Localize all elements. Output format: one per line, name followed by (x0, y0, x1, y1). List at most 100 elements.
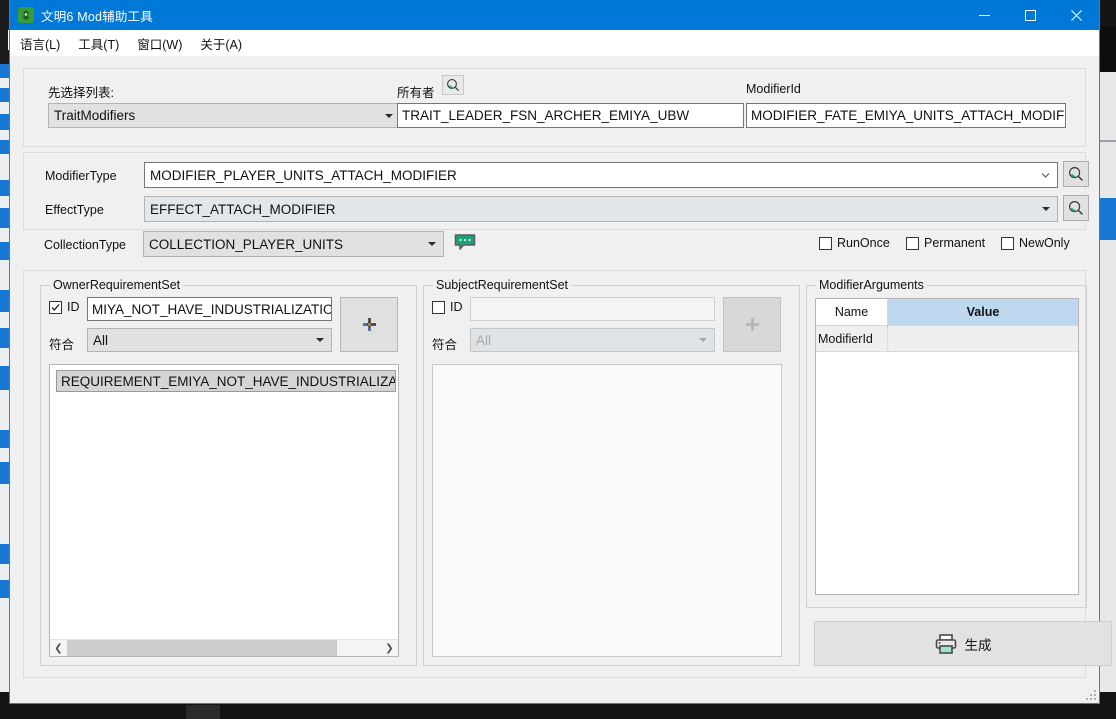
comment-button[interactable] (454, 233, 476, 251)
subject-id-label: ID (450, 300, 463, 314)
menu-language[interactable]: 语言(L) (20, 34, 60, 53)
modifier-type-label: ModifierType (45, 169, 117, 183)
menu-tools[interactable]: 工具(T) (78, 34, 119, 53)
owner-id-value: MIYA_NOT_HAVE_INDUSTRIALIZATION (92, 301, 332, 317)
effect-type-combo[interactable]: EFFECT_ATTACH_MODIFIER (144, 196, 1058, 222)
menu-bar: 语言(L) 工具(T) 窗口(W) 关于(A) (10, 30, 1099, 56)
chevron-down-icon (1041, 173, 1050, 178)
owner-match-label: 符合 (49, 338, 75, 352)
effect-type-search-button[interactable] (1063, 195, 1089, 221)
modifier-type-value: MODIFIER_PLAYER_UNITS_ATTACH_MODIFIER (150, 167, 457, 183)
modifier-type-search-button[interactable] (1063, 161, 1089, 187)
owner-value: TRAIT_LEADER_FSN_ARCHER_EMIYA_UBW (402, 108, 690, 123)
requirements-panel: OwnerRequirementSet ID MIYA_NOT_HAVE_IND… (23, 270, 1112, 678)
background-right-selected-row (1100, 198, 1116, 240)
chevron-right-icon[interactable]: ❯ (381, 640, 398, 657)
selection-panel: 先选择列表: TraitModifiers 所有者 TRAIT_LEADER_F… (23, 68, 1086, 147)
chevron-down-icon (699, 338, 707, 342)
owner-id-input[interactable]: MIYA_NOT_HAVE_INDUSTRIALIZATION (87, 297, 332, 321)
background-right-divider (1100, 140, 1116, 142)
owner-match-value: All (93, 332, 109, 348)
checkbox-permanent-label: Permanent (924, 236, 986, 250)
owner-id-label: ID (67, 300, 80, 314)
window-title: 文明6 Mod辅助工具 (41, 9, 153, 24)
effect-type-value: EFFECT_ATTACH_MODIFIER (150, 201, 336, 217)
chevron-down-icon (316, 338, 324, 342)
subject-requirement-title: SubjectRequirementSet (433, 278, 572, 292)
checkbox-permanent[interactable]: Permanent (906, 236, 985, 250)
menu-about[interactable]: 关于(A) (200, 34, 242, 53)
menu-window[interactable]: 窗口(W) (137, 34, 182, 53)
list-select-value: TraitModifiers (54, 108, 136, 123)
grid-header-name[interactable]: Name (816, 299, 888, 325)
list-select-label: 先选择列表: (48, 86, 114, 100)
effect-type-label: EffectType (45, 203, 104, 217)
subject-match-combo[interactable]: All (470, 328, 715, 352)
list-item[interactable]: REQUIREMENT_EMIYA_NOT_HAVE_INDUSTRIALIZA… (56, 370, 396, 392)
subject-add-button[interactable] (723, 297, 781, 352)
owner-add-button[interactable] (340, 297, 398, 352)
collection-type-combo[interactable]: COLLECTION_PLAYER_UNITS (143, 231, 444, 257)
owner-list-scroll-track[interactable] (67, 639, 381, 656)
search-icon (1068, 166, 1083, 181)
owner-requirement-group: OwnerRequirementSet ID MIYA_NOT_HAVE_IND… (40, 278, 417, 666)
owner-list-hscrollbar[interactable]: ❮ ❯ (50, 639, 398, 656)
owner-id-checkbox-box[interactable] (49, 300, 62, 314)
close-button[interactable] (1053, 0, 1099, 30)
printer-icon (935, 633, 956, 654)
subject-id-input[interactable] (470, 297, 715, 321)
main-window: 文明6 Mod辅助工具 语言(L) 工具(T) 窗口(W) 关于(A) 先选择列… (9, 0, 1112, 704)
checkbox-runonce-label: RunOnce (837, 236, 890, 250)
modifier-id-input[interactable]: MODIFIER_FATE_EMIYA_UNITS_ATTACH_MODIFIE… (746, 103, 1066, 128)
list-select-combo[interactable]: TraitModifiers (48, 103, 401, 128)
collection-type-value: COLLECTION_PLAYER_UNITS (149, 236, 344, 252)
search-icon (447, 79, 460, 92)
generate-button-label: 生成 (964, 637, 992, 653)
owner-match-combo[interactable]: All (87, 328, 332, 352)
owner-requirement-list[interactable]: REQUIREMENT_EMIYA_NOT_HAVE_INDUSTRIALIZA… (49, 364, 399, 657)
chevron-down-icon (428, 242, 436, 246)
checkbox-permanent-box[interactable] (906, 236, 919, 250)
background-right-window (1100, 72, 1116, 692)
owner-id-checkbox[interactable]: ID (49, 300, 80, 314)
checkbox-newonly-label: NewOnly (1019, 236, 1070, 250)
owner-requirement-title: OwnerRequirementSet (50, 278, 184, 292)
modifier-arguments-grid[interactable]: Name Value ModifierId (815, 298, 1079, 595)
grid-cell-value[interactable] (888, 326, 1078, 352)
modifier-type-combo[interactable]: MODIFIER_PLAYER_UNITS_ATTACH_MODIFIER (144, 162, 1058, 188)
checkbox-newonly-box[interactable] (1001, 236, 1014, 250)
grid-cell-name[interactable]: ModifierId (816, 326, 888, 352)
checkbox-runonce[interactable]: RunOnce (819, 236, 890, 250)
client-area: 先选择列表: TraitModifiers 所有者 TRAIT_LEADER_F… (10, 56, 1112, 703)
grid-header-value[interactable]: Value (888, 299, 1078, 325)
subject-id-checkbox[interactable]: ID (432, 300, 463, 314)
modifier-arguments-group: ModifierArguments Name Value ModifierId (806, 278, 1087, 608)
taskbar (0, 705, 1116, 719)
modifier-id-label: ModifierId (746, 82, 801, 96)
plus-icon (745, 318, 759, 331)
chevron-down-icon (1042, 207, 1050, 211)
search-icon (1068, 200, 1083, 215)
chevron-down-icon (385, 113, 393, 118)
owner-input[interactable]: TRAIT_LEADER_FSN_ARCHER_EMIYA_UBW (397, 103, 744, 128)
subject-requirement-group: SubjectRequirementSet ID 符合 All (423, 278, 800, 666)
chevron-left-icon[interactable]: ❮ (50, 640, 67, 657)
collection-type-label: CollectionType (44, 238, 126, 252)
window-controls (961, 0, 1099, 30)
modifier-arguments-title: ModifierArguments (816, 278, 927, 292)
checkbox-newonly[interactable]: NewOnly (1001, 236, 1070, 250)
background-right-dark (1100, 26, 1116, 72)
minimize-button[interactable] (961, 0, 1007, 30)
owner-search-button[interactable] (442, 75, 464, 95)
resize-grip[interactable] (1084, 688, 1096, 700)
subject-requirement-list[interactable] (432, 364, 782, 657)
plus-icon (362, 318, 376, 331)
owner-list-scroll-thumb[interactable] (67, 639, 338, 656)
table-row[interactable]: ModifierId (816, 326, 1078, 352)
maximize-button[interactable] (1007, 0, 1053, 30)
subject-id-checkbox-box[interactable] (432, 300, 445, 314)
background-left-rows (0, 64, 9, 692)
taskbar-item (186, 705, 220, 719)
generate-button[interactable]: 生成 (814, 621, 1112, 666)
checkbox-runonce-box[interactable] (819, 236, 832, 250)
